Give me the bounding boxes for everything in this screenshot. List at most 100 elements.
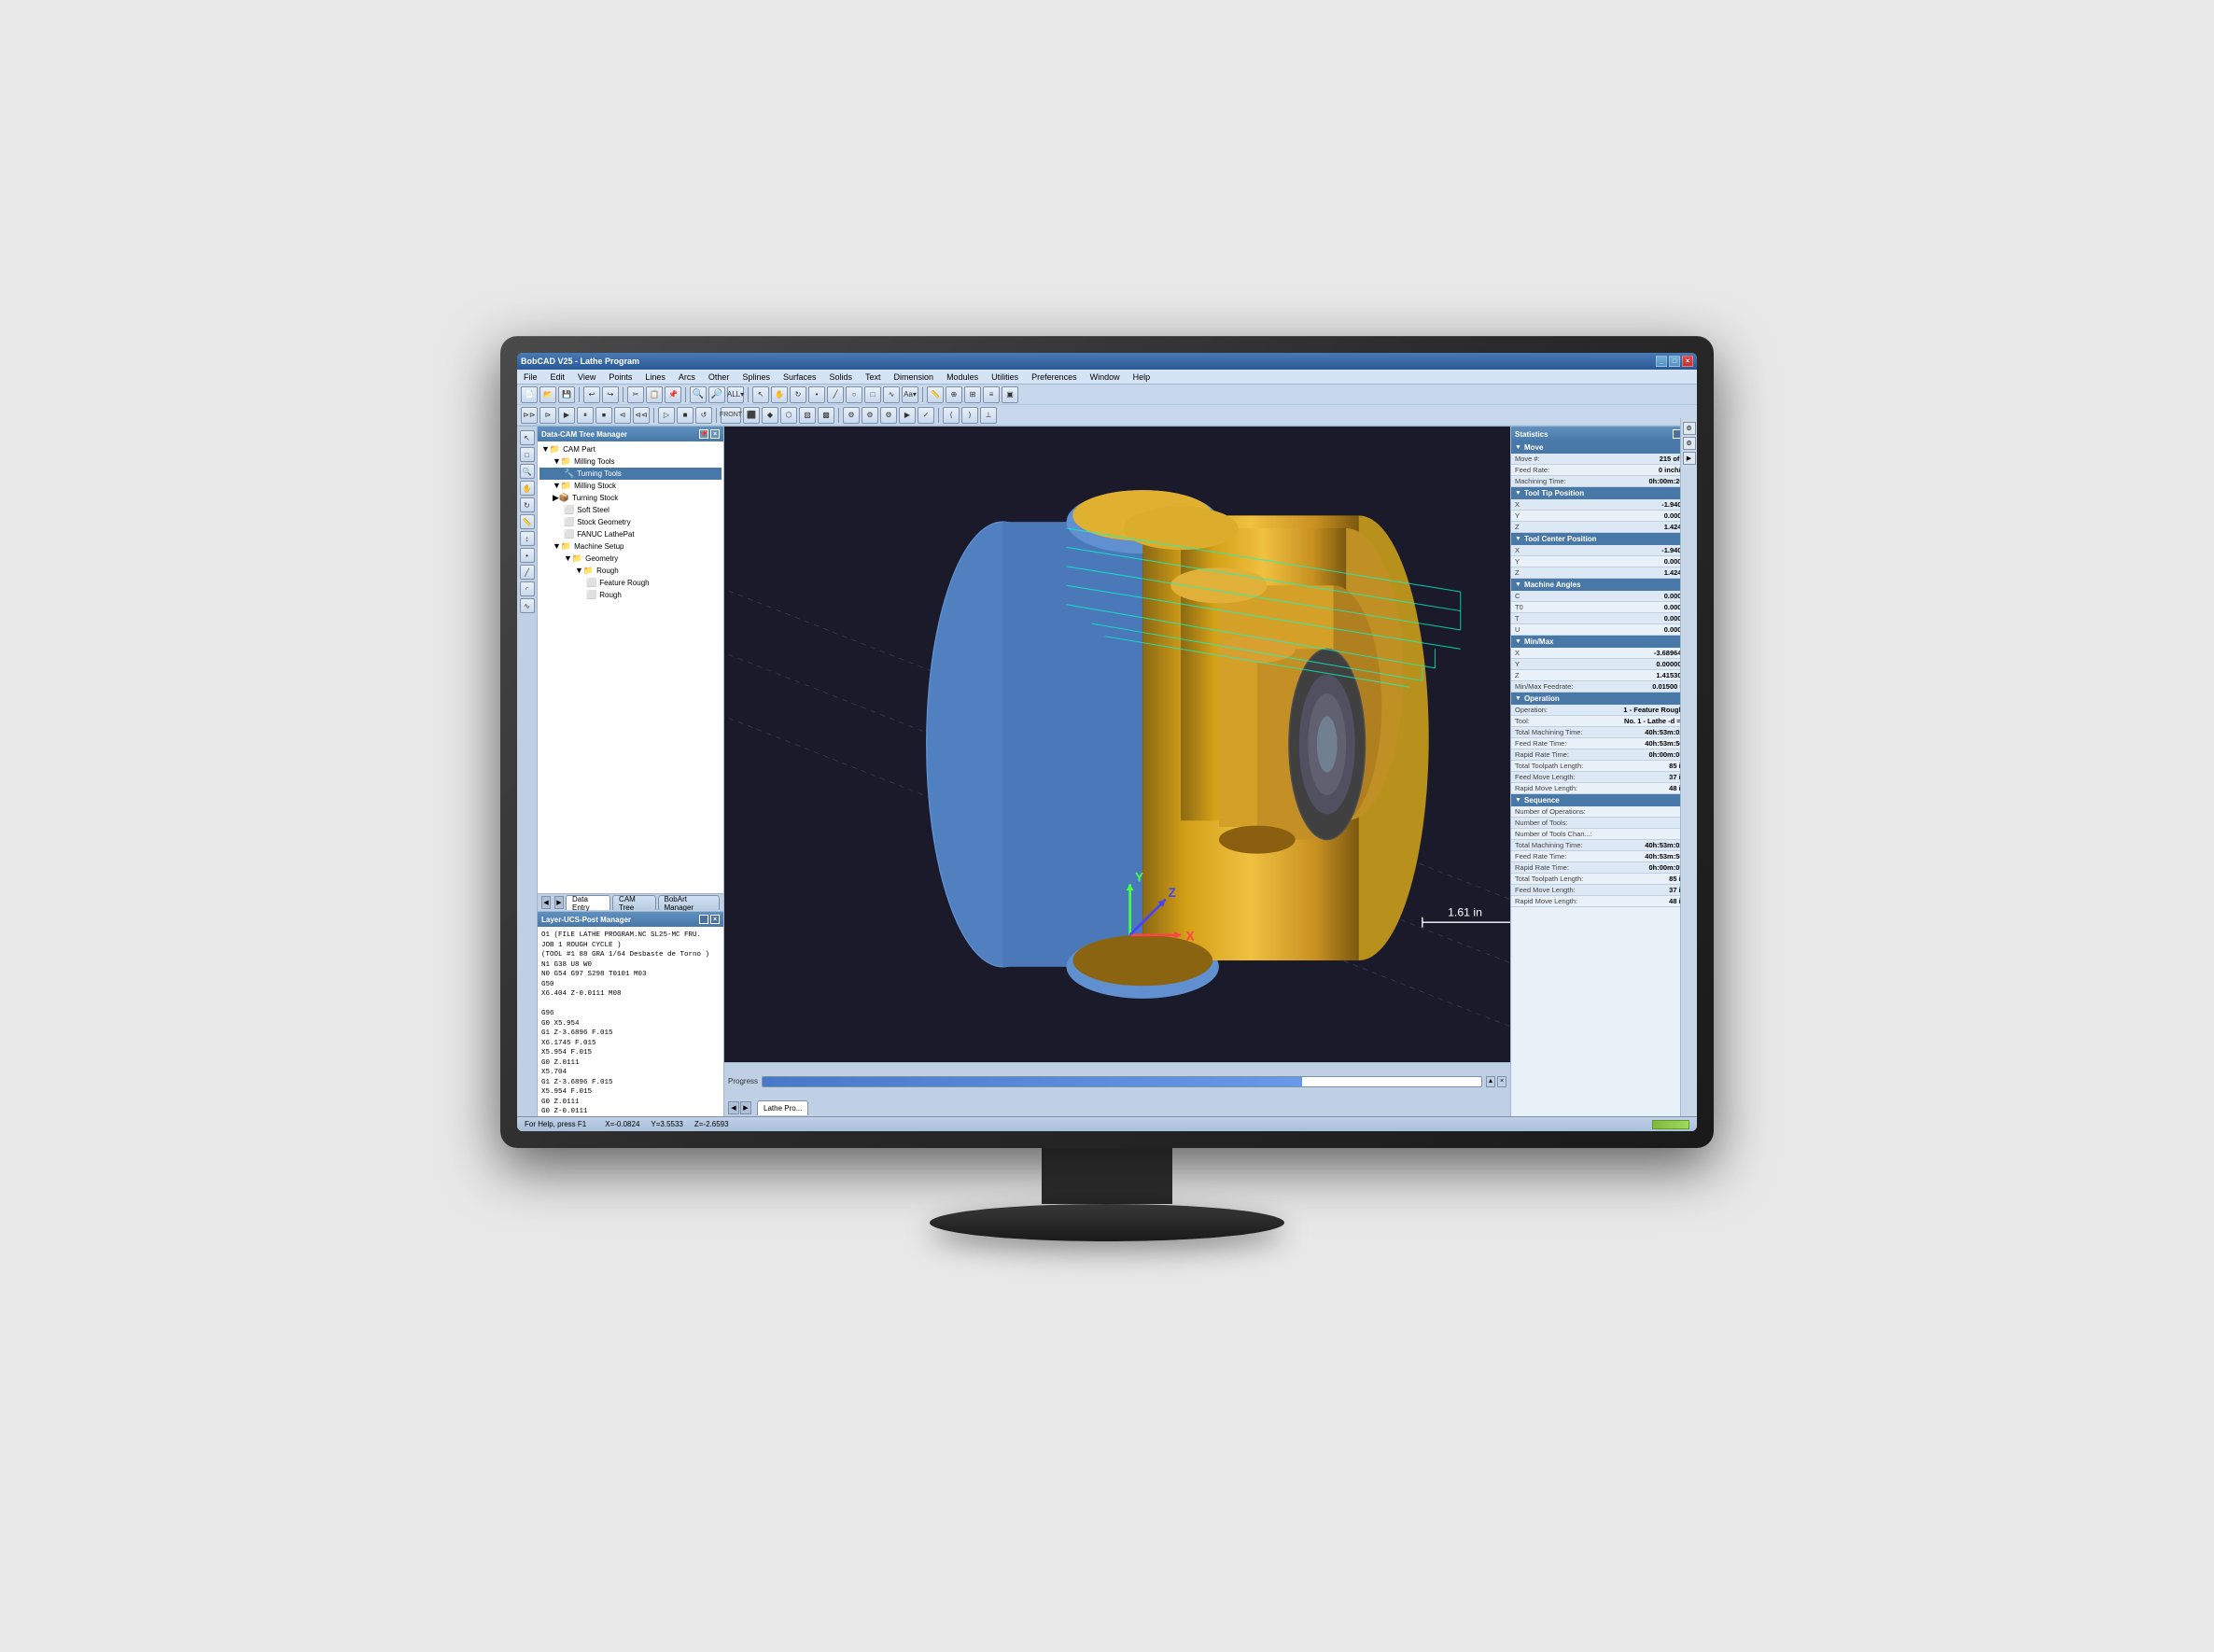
- tb-cam-5[interactable]: ⏹: [596, 407, 612, 424]
- tb-view-front[interactable]: FRONT: [721, 407, 741, 424]
- tb-spline[interactable]: ∿: [883, 386, 900, 403]
- stats-section-move[interactable]: Move: [1511, 441, 1697, 454]
- stats-section-angles[interactable]: Machine Angles: [1511, 579, 1697, 591]
- tree-item-stock-geometry[interactable]: ⬜ Stock Geometry: [539, 516, 722, 528]
- tab-cam-tree[interactable]: CAM Tree: [612, 895, 655, 910]
- tb-cam-op3[interactable]: ⚙: [880, 407, 897, 424]
- menu-edit[interactable]: Edit: [548, 371, 568, 383]
- tree-item-turning-stock[interactable]: ▶📦 Turning Stock: [539, 492, 722, 504]
- tb-cam-1[interactable]: ⊳⊳: [521, 407, 538, 424]
- tb-cam-verify[interactable]: ✓: [918, 407, 934, 424]
- menu-solids[interactable]: Solids: [827, 371, 856, 383]
- tb-lathe-3[interactable]: ⊥: [980, 407, 997, 424]
- tb-view-wire[interactable]: ⬡: [780, 407, 797, 424]
- tb-font[interactable]: Aa▾: [902, 386, 918, 403]
- menu-splines[interactable]: Splines: [739, 371, 773, 383]
- tb-view-iso[interactable]: ◆: [762, 407, 778, 424]
- viewport-nav-left[interactable]: ◀: [728, 1101, 739, 1114]
- tree-item-milling-stock[interactable]: ▼📁 Milling Stock: [539, 480, 722, 492]
- progress-expand[interactable]: ▲: [1486, 1076, 1495, 1087]
- menu-surfaces[interactable]: Surfaces: [780, 371, 820, 383]
- nav-select[interactable]: ↖: [520, 430, 535, 445]
- tb-sim-loop[interactable]: ↺: [695, 407, 712, 424]
- menu-other[interactable]: Other: [706, 371, 733, 383]
- menu-utilities[interactable]: Utilities: [988, 371, 1021, 383]
- tree-view[interactable]: ▼📁 CAM Part ▼📁 Milling Tools 🔧: [538, 441, 723, 893]
- tb-view-solid[interactable]: ▩: [818, 407, 834, 424]
- code-panel-pin[interactable]: [699, 915, 708, 924]
- stats-section-operation[interactable]: Operation: [1511, 693, 1697, 705]
- stats-panel-content[interactable]: Move Move #: 215 of 250 Feed Rate: 0 inc…: [1511, 441, 1697, 1116]
- tb-zoom-in[interactable]: 🔍: [690, 386, 707, 403]
- menu-preferences[interactable]: Preferences: [1029, 371, 1080, 383]
- tree-item-rough2[interactable]: ⬜ Rough: [539, 589, 722, 601]
- menu-window[interactable]: Window: [1087, 371, 1123, 383]
- nav-pt[interactable]: •: [520, 548, 535, 563]
- right-tool-3[interactable]: ▶: [1683, 452, 1696, 465]
- nav-dim[interactable]: ↕: [520, 531, 535, 546]
- tb-select[interactable]: ↖: [752, 386, 769, 403]
- tree-panel-pin[interactable]: 📌: [699, 429, 708, 439]
- tb-lathe-2[interactable]: ⟩: [961, 407, 978, 424]
- menu-help[interactable]: Help: [1130, 371, 1154, 383]
- tb-render[interactable]: ▣: [1002, 386, 1018, 403]
- stats-section-tool-tip[interactable]: Tool Tip Position: [1511, 487, 1697, 499]
- tree-item-turning-tools[interactable]: 🔧 Turning Tools: [539, 468, 722, 480]
- tb-view-3d[interactable]: ⬛: [743, 407, 760, 424]
- stats-section-sequence[interactable]: Sequence: [1511, 794, 1697, 806]
- tb-cam-4[interactable]: ⏸: [577, 407, 594, 424]
- nav-line[interactable]: ╱: [520, 565, 535, 580]
- tb-grid[interactable]: ⊞: [964, 386, 981, 403]
- menu-lines[interactable]: Lines: [642, 371, 668, 383]
- right-tool-1[interactable]: ⚙: [1683, 427, 1696, 435]
- tb-zoom-all[interactable]: ALL▾: [727, 386, 744, 403]
- maximize-button[interactable]: □: [1669, 356, 1680, 367]
- tb-cam-op2[interactable]: ⚙: [862, 407, 878, 424]
- stats-section-minmax[interactable]: Min/Max: [1511, 636, 1697, 648]
- menu-file[interactable]: File: [521, 371, 540, 383]
- tb-paste[interactable]: 📌: [665, 386, 681, 403]
- nav-rotate[interactable]: ↻: [520, 497, 535, 512]
- close-button[interactable]: ×: [1682, 356, 1693, 367]
- nav-spline[interactable]: ∿: [520, 598, 535, 613]
- tb-cam-post[interactable]: ▶: [899, 407, 916, 424]
- viewport-3d[interactable]: X Y Z: [724, 427, 1510, 1062]
- tree-item-fanuc[interactable]: ⬜ FANUC LathePat: [539, 528, 722, 540]
- tree-panel-close[interactable]: ×: [710, 429, 720, 439]
- tb-cam-6[interactable]: ⊲: [614, 407, 631, 424]
- tb-circle[interactable]: ○: [846, 386, 862, 403]
- tb-view-shade[interactable]: ▨: [799, 407, 816, 424]
- menu-view[interactable]: View: [575, 371, 598, 383]
- tb-undo[interactable]: ↩: [583, 386, 600, 403]
- tab-data-entry[interactable]: Data Entry: [566, 895, 610, 910]
- tb-cam-3[interactable]: ▶: [558, 407, 575, 424]
- stats-section-tool-center[interactable]: Tool Center Position: [1511, 533, 1697, 545]
- menu-points[interactable]: Points: [606, 371, 635, 383]
- tb-lathe-1[interactable]: ⟨: [943, 407, 960, 424]
- stats-pin[interactable]: [1673, 429, 1682, 439]
- tb-cam-op1[interactable]: ⚙: [843, 407, 860, 424]
- menu-dimension[interactable]: Dimension: [891, 371, 937, 383]
- nav-pan[interactable]: ✋: [520, 481, 535, 496]
- tb-sim-start[interactable]: ▷: [658, 407, 675, 424]
- nav-measure[interactable]: 📏: [520, 514, 535, 529]
- tree-item-rough[interactable]: ▼📁 Rough: [539, 565, 722, 577]
- tab-bobarts[interactable]: BobArt Manager: [658, 895, 721, 910]
- tb-point[interactable]: •: [808, 386, 825, 403]
- tree-item-milling-tools[interactable]: ▼📁 Milling Tools: [539, 455, 722, 468]
- tb-copy[interactable]: 📋: [646, 386, 663, 403]
- tb-new[interactable]: 📄: [521, 386, 538, 403]
- tb-rotate[interactable]: ↻: [790, 386, 806, 403]
- tb-open[interactable]: 📂: [539, 386, 556, 403]
- tb-sim-stop[interactable]: ■: [677, 407, 694, 424]
- nav-arc[interactable]: ◜: [520, 581, 535, 596]
- tree-nav-right[interactable]: ▶: [554, 896, 564, 909]
- code-content[interactable]: O1 (FILE LATHE PROGRAM.NC SL25-MC FRU. J…: [538, 927, 723, 1116]
- tb-redo[interactable]: ↪: [602, 386, 619, 403]
- tree-item-geometry[interactable]: ▼📁 Geometry: [539, 553, 722, 565]
- tree-item-soft-steel[interactable]: ⬜ Soft Steel: [539, 504, 722, 516]
- tb-save[interactable]: 💾: [558, 386, 575, 403]
- tree-item-machine-setup[interactable]: ▼📁 Machine Setup: [539, 540, 722, 553]
- minimize-button[interactable]: _: [1656, 356, 1667, 367]
- tb-layer[interactable]: ≡: [983, 386, 1000, 403]
